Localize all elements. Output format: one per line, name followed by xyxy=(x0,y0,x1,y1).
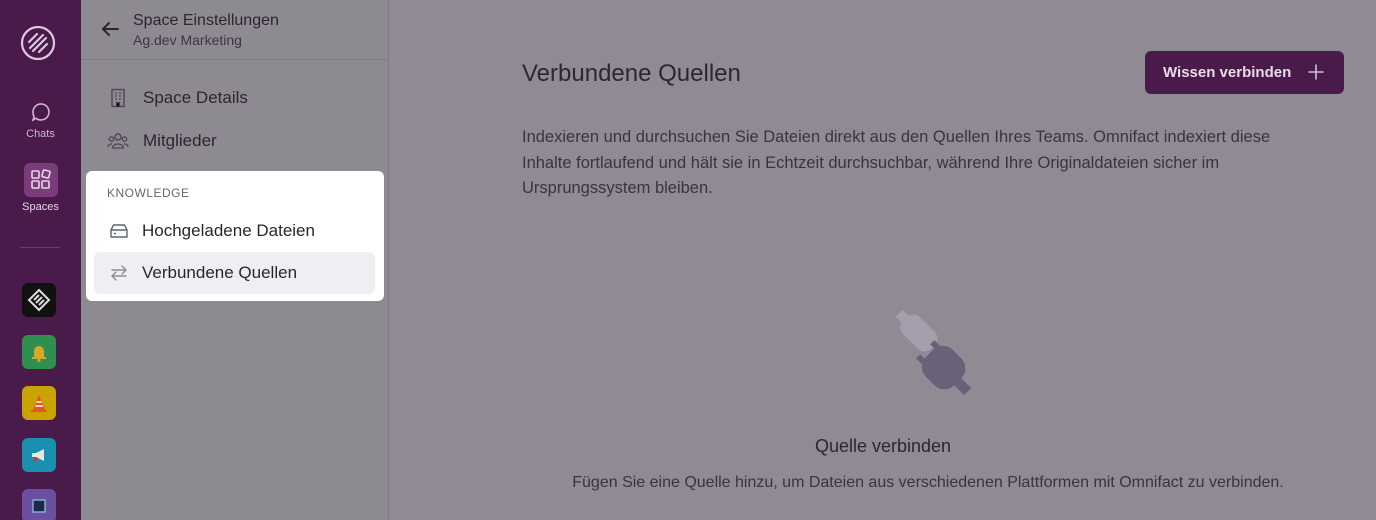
spaces-grid-icon xyxy=(30,169,51,189)
space-tile-4[interactable] xyxy=(22,438,56,472)
space-tile-1[interactable] xyxy=(22,283,56,317)
diamond-logo-icon xyxy=(27,288,51,312)
page-title: Verbundene Quellen xyxy=(522,60,741,87)
drive-icon xyxy=(108,220,130,242)
building-icon xyxy=(107,87,129,109)
sidebar-subtitle: Ag.dev Marketing xyxy=(133,32,242,48)
empty-state-subtitle: Fügen Sie eine Quelle hinzu, um Dateien … xyxy=(572,474,1284,491)
space-tile-5[interactable] xyxy=(22,489,56,520)
sidebar-item-label: Mitglieder xyxy=(143,131,217,150)
traffic-cone-icon xyxy=(31,395,47,412)
users-icon xyxy=(107,130,129,152)
sidebar-item-mitglieder[interactable]: Mitglieder xyxy=(95,121,375,161)
chat-bubble-icon xyxy=(31,103,50,122)
bell-icon xyxy=(32,346,46,362)
nav-chats-label: Chats xyxy=(26,128,55,140)
space-tile-2[interactable] xyxy=(22,335,56,369)
page-description: Indexieren und durchsuchen Sie Dateien d… xyxy=(522,128,1271,197)
nav-chats[interactable]: Chats xyxy=(0,100,81,140)
megaphone-icon xyxy=(32,449,44,461)
sidebar-item-hochgeladene-dateien[interactable]: Hochgeladene Dateien xyxy=(94,210,375,252)
space-tile-3[interactable] xyxy=(22,386,56,420)
sidebar-item-space-details[interactable]: Space Details xyxy=(95,78,375,118)
sidebar-header: Space Einstellungen Ag.dev Marketing xyxy=(81,0,389,60)
sidebar-item-label: Space Details xyxy=(143,88,248,107)
chip-icon xyxy=(32,499,46,513)
omnifact-logo-icon[interactable] xyxy=(19,24,57,62)
sidebar-item-verbundene-quellen[interactable]: Verbundene Quellen xyxy=(94,252,375,294)
connect-knowledge-button[interactable]: Wissen verbinden xyxy=(1145,51,1344,94)
plug-connect-icon xyxy=(895,309,972,396)
app-rail: Chats Spaces xyxy=(0,0,81,520)
knowledge-section-label: KNOWLEDGE xyxy=(107,186,190,200)
empty-state-title: Quelle verbinden xyxy=(814,436,952,456)
nav-spaces-label: Spaces xyxy=(22,201,59,213)
sidebar-title: Space Einstellungen xyxy=(133,12,279,29)
sidebar-item-label: Verbundene Quellen xyxy=(142,263,298,282)
plus-icon xyxy=(1308,64,1324,80)
sidebar-item-label: Hochgeladene Dateien xyxy=(142,221,315,240)
rail-divider xyxy=(20,247,60,248)
knowledge-section: KNOWLEDGE Hochgeladene Dateien Verbunden… xyxy=(86,171,384,301)
connect-knowledge-label: Wissen verbinden xyxy=(1163,64,1292,81)
arrow-left-icon[interactable] xyxy=(99,18,121,40)
arrows-exchange-icon xyxy=(108,262,130,284)
nav-spaces[interactable]: Spaces xyxy=(0,163,81,213)
spaces-active-tile xyxy=(23,163,58,197)
